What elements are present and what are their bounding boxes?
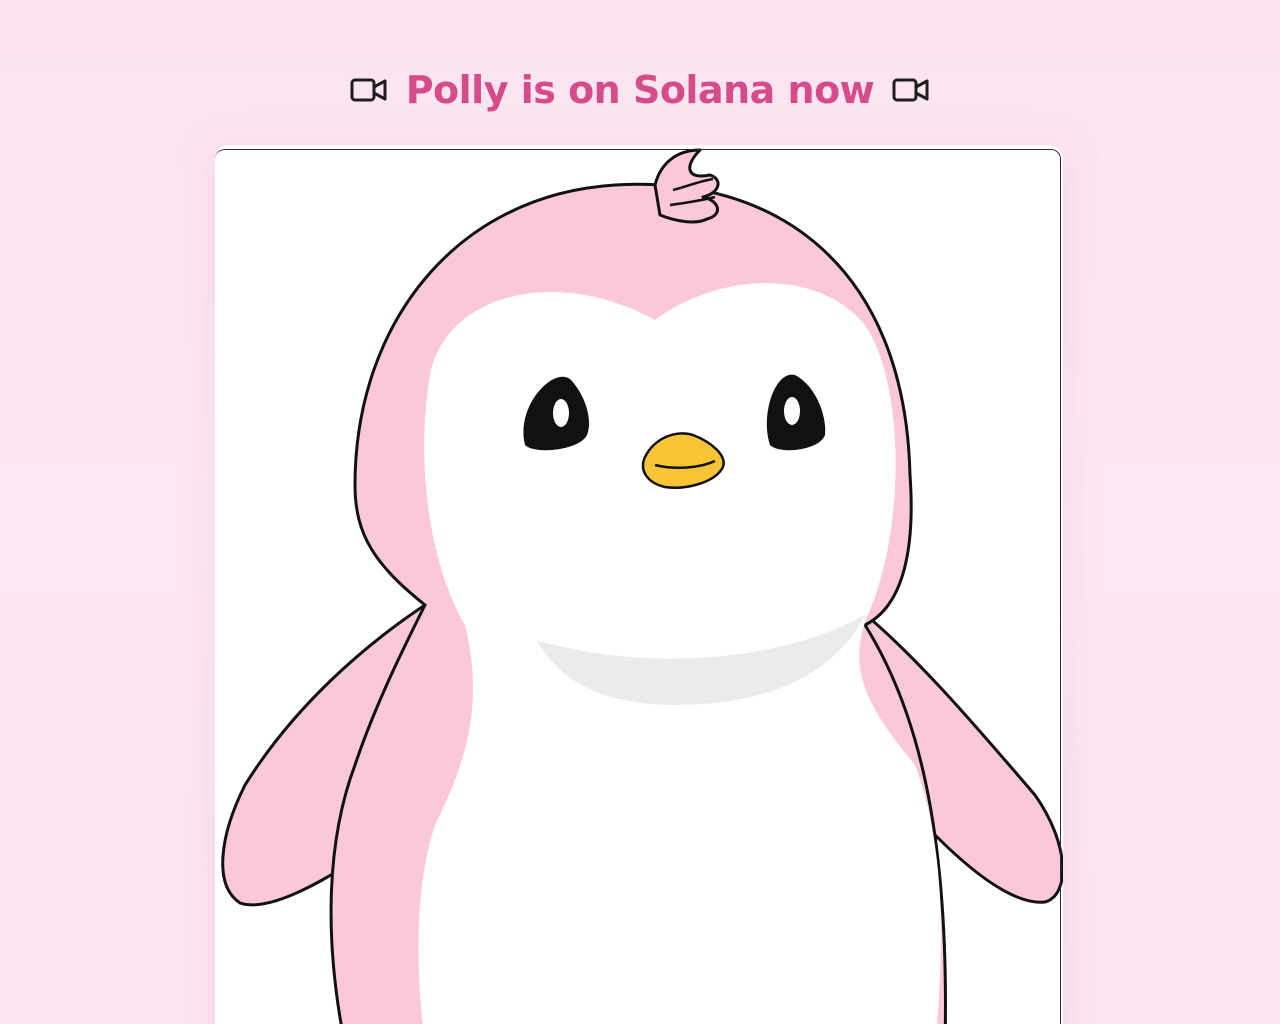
header: Polly is on Solana now xyxy=(0,62,1280,118)
video-camera-icon xyxy=(892,76,930,104)
media-card[interactable] xyxy=(215,145,1063,1024)
card-frame xyxy=(215,149,1061,1024)
video-camera-icon xyxy=(350,76,388,104)
page-title: Polly is on Solana now xyxy=(405,68,875,112)
